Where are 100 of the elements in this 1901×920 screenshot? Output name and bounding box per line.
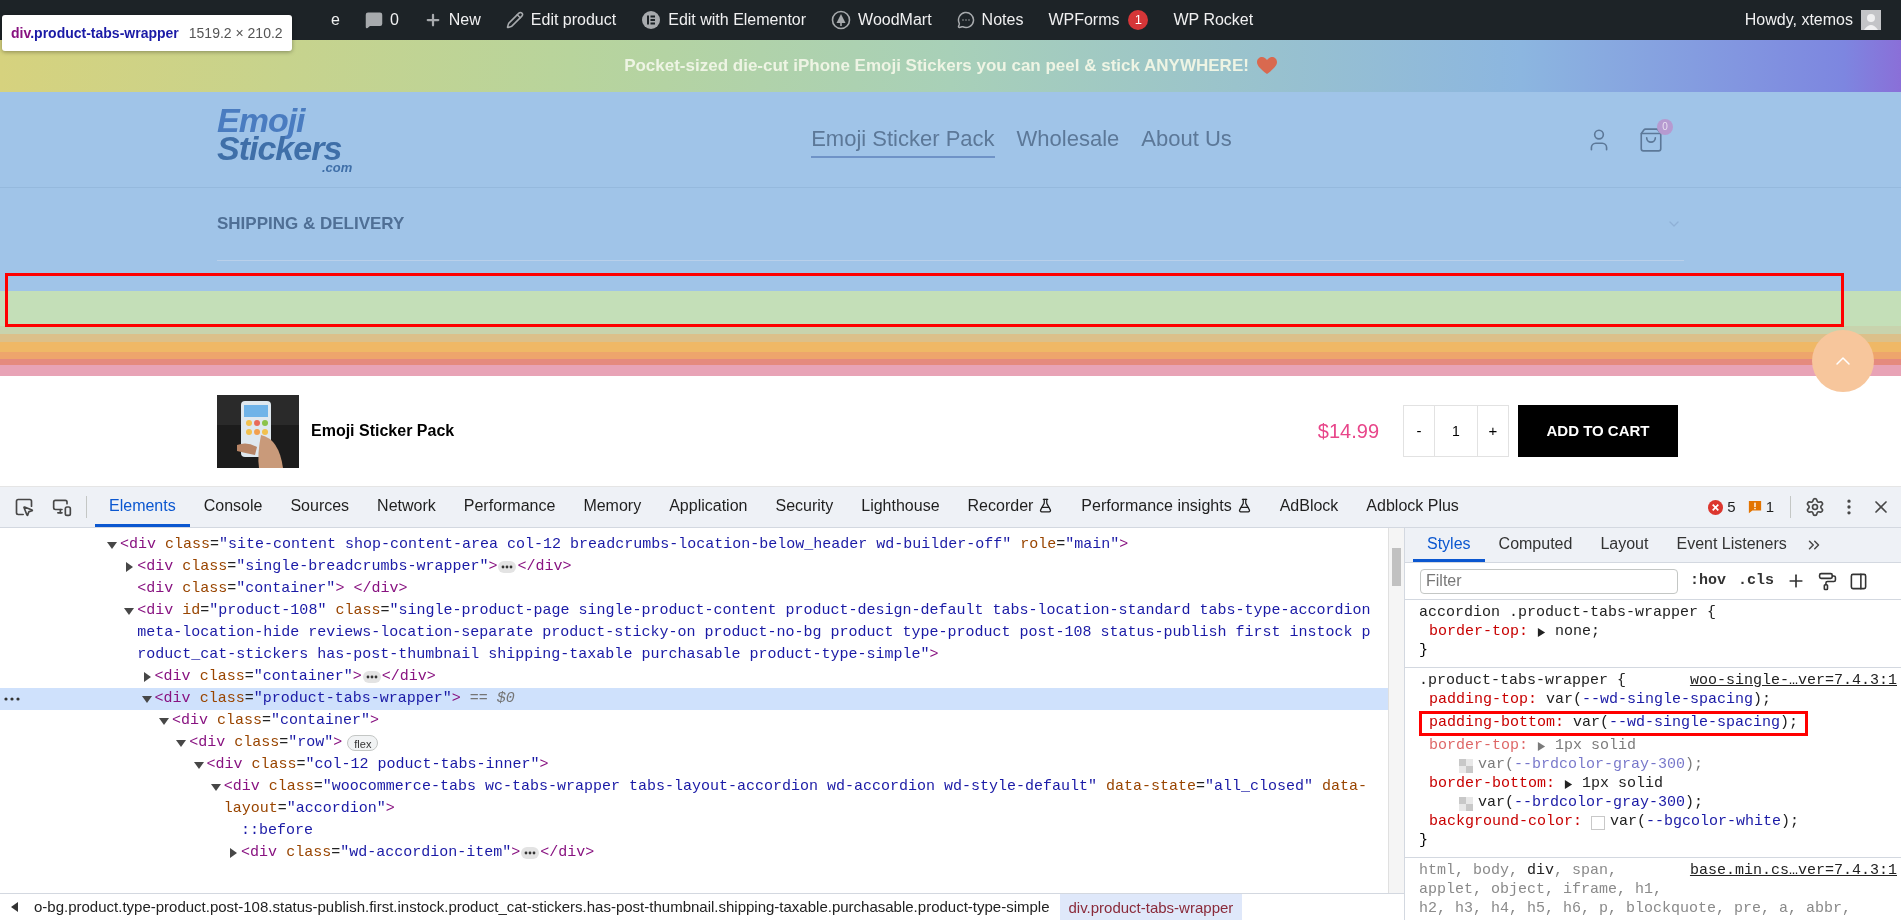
devtools-tab[interactable]: Adblock Plus — [1352, 487, 1473, 527]
dom-node[interactable]: <div class="single-breadcrumbs-wrapper"> </div> — [0, 556, 1388, 578]
expand-arrow-icon[interactable] — [141, 672, 152, 682]
admin-bar-item[interactable]: WP Rocket — [1173, 8, 1254, 32]
dom-node[interactable]: <div class="container"> </div> — [0, 578, 1388, 600]
admin-bar-item[interactable]: Edit with Elementor — [641, 8, 807, 32]
collapse-arrow-icon[interactable] — [107, 540, 117, 550]
tree-logo-icon — [831, 10, 852, 30]
admin-bar-item[interactable]: Edit product — [505, 8, 617, 32]
ellipsis-icon[interactable] — [498, 561, 517, 573]
sidebar-tab[interactable]: Styles — [1413, 528, 1485, 562]
dom-node[interactable]: <div id="product-108" class="single-product-page single-product-content product-design-default tabs-location-standard tabs-type-accordion meta-location-hide reviews-location-separate product-sticky-on product-no-bg product type-product post-108 status-publish first instock p roduct_cat-stickers has-post-thumbnail shipping-taxable purchasable product-type-simple"> — [0, 600, 1388, 666]
css-declaration[interactable]: border-top: 1px solid — [1429, 735, 1637, 758]
collapse-arrow-icon[interactable] — [158, 716, 169, 726]
css-declaration[interactable]: padding-bottom: var(--wd-single-spacing); — [1419, 711, 1809, 736]
collapse-arrow-icon[interactable] — [124, 606, 135, 616]
dom-node[interactable]: <div class="col-12 poduct-tabs-inner"> — [0, 754, 1388, 776]
warning-count[interactable]: 1 — [1747, 495, 1774, 519]
collapse-arrow-icon[interactable] — [176, 738, 187, 748]
expand-arrow-icon[interactable] — [124, 562, 135, 572]
closing-brace: } — [1419, 641, 1428, 662]
devtools-tab[interactable]: AdBlock — [1265, 487, 1353, 527]
ellipsis-icon[interactable] — [362, 671, 381, 683]
devtools-tab[interactable]: Performance insights — [1067, 487, 1266, 527]
admin-bar-item[interactable]: WPForms 1 — [1048, 8, 1149, 32]
class-toggle[interactable]: .cls — [1738, 569, 1775, 593]
sidebar-tab[interactable]: Event Listeners — [1662, 528, 1801, 562]
css-value: var(--brdcolor-gray-300); — [1478, 793, 1704, 814]
ellipsis-icon[interactable] — [521, 847, 540, 859]
devtools-tab[interactable]: Sources — [276, 487, 364, 527]
collapse-arrow-icon[interactable] — [141, 694, 152, 704]
product-name: Emoji Sticker Pack — [311, 421, 455, 441]
color-swatch[interactable] — [1459, 758, 1473, 773]
admin-bar-item[interactable]: New — [423, 8, 481, 32]
sidebar-tab[interactable]: Layout — [1586, 528, 1663, 562]
source-link[interactable]: base.min.cs…ver=7.4.3:1 — [1689, 860, 1897, 883]
dom-node[interactable]: <div class="container"> — [0, 710, 1388, 732]
element-selector: div.product-tabs-wrapper — [11, 23, 179, 43]
pencil-icon — [505, 11, 524, 29]
dom-node[interactable]: <div class="wd-accordion-item"> </div> — [0, 842, 1388, 864]
decrease-button[interactable]: - — [1404, 406, 1434, 456]
comment-icon — [364, 11, 383, 29]
devtools-tab[interactable]: Elements — [95, 487, 190, 527]
scroll-left-icon[interactable] — [10, 902, 20, 912]
paint-roller-icon[interactable] — [1818, 571, 1838, 591]
dom-node[interactable]: <div class="product-tabs-wrapper"> == $0 — [0, 688, 1388, 710]
settings-icon[interactable] — [1805, 497, 1825, 517]
dom-node[interactable]: <div class="woocommerce-tabs wc-tabs-wrapper tabs-layout-accordion wd-accordion wd-style-default" data-state="all_closed" data- layout="accordion"> — [0, 776, 1388, 820]
dom-node[interactable]: <div class="container"> </div> — [0, 666, 1388, 688]
devtools-tab[interactable]: Recorder — [953, 487, 1068, 527]
error-icon — [1708, 499, 1724, 515]
notes-icon — [956, 11, 975, 29]
devtools-tab[interactable]: Performance — [449, 487, 570, 527]
increase-button[interactable]: + — [1478, 406, 1508, 456]
color-swatch[interactable] — [1591, 815, 1606, 830]
quantity-field[interactable]: 1 — [1434, 406, 1478, 456]
cart-icon[interactable] — [1638, 126, 1664, 153]
layout-badge[interactable]: flex — [347, 735, 379, 751]
dom-node[interactable]: <div class="site-content shop-content-area col-12 breadcrumbs-location-below_header wd-builder-off" role="main"> — [0, 534, 1388, 556]
closing-brace: } — [1419, 831, 1428, 852]
collapse-arrow-icon[interactable] — [210, 782, 221, 792]
expand-arrow-icon[interactable] — [1537, 628, 1547, 637]
greeting-text[interactable]: Howdy, xtemos — [1744, 8, 1853, 32]
devtools-tab[interactable]: Memory — [569, 487, 656, 527]
devtools-tab[interactable]: Network — [363, 487, 450, 527]
dots-icon[interactable] — [4, 697, 20, 701]
expand-arrow-icon[interactable] — [228, 848, 239, 858]
devtools-tab[interactable]: Application — [655, 487, 762, 527]
sidebar-toggle-icon[interactable] — [1849, 571, 1869, 591]
devtools-tab[interactable]: Lighthouse — [847, 487, 954, 527]
sidebar-tab[interactable]: Computed — [1484, 528, 1587, 562]
heart-icon — [1256, 57, 1277, 75]
warning-icon — [1747, 500, 1762, 514]
inspect-icon[interactable] — [14, 497, 34, 517]
breadcrumb-item[interactable]: div.product-tabs-wrapper — [1059, 893, 1243, 920]
element-size: 1519.2 × 210.2 — [188, 23, 283, 43]
admin-bar-item[interactable]: e — [331, 8, 340, 32]
add-to-cart-button[interactable]: ADD TO CART — [1518, 405, 1678, 457]
elementor-logo-icon — [641, 10, 662, 30]
devtools-tab[interactable]: Security — [761, 487, 848, 527]
admin-bar-item[interactable]: 0 — [364, 8, 399, 32]
css-declaration[interactable]: background-color: var(--bgcolor-white); — [1429, 811, 1800, 834]
error-count[interactable]: 5 — [1708, 495, 1736, 519]
css-declaration[interactable]: border-bottom: 1px solid — [1429, 773, 1664, 796]
admin-bar-item[interactable]: WoodMart — [831, 8, 932, 32]
announcement-text: Pocket-sized die-cut iPhone Emoji Stickers you can peel & stick ANYWHERE! — [624, 55, 1249, 78]
breadcrumb-item[interactable]: o-bg.product.type-product.post-108.status-publish.first.instock.product_cat-stickers.has-post-thumbnail.shipping-taxable.purchasable.product-type-simple — [34, 895, 1050, 919]
expand-arrow-icon[interactable] — [1564, 780, 1574, 789]
cart-count: 0 — [1657, 118, 1673, 135]
scrollbar[interactable] — [1388, 528, 1404, 893]
devtools-tab[interactable]: Console — [189, 487, 277, 527]
collapse-arrow-icon[interactable] — [193, 760, 204, 770]
product-price: $14.99 — [1317, 419, 1379, 444]
device-toolbar-icon[interactable] — [52, 497, 72, 517]
admin-bar-item[interactable]: Notes — [956, 8, 1024, 32]
dom-node[interactable]: ::before — [0, 820, 1388, 842]
hover-state-toggle[interactable]: :hov — [1690, 569, 1726, 593]
dom-node[interactable]: <div class="row"> flex — [0, 732, 1388, 754]
filter-field[interactable]: Filter — [1420, 568, 1678, 594]
color-swatch[interactable] — [1459, 796, 1473, 811]
